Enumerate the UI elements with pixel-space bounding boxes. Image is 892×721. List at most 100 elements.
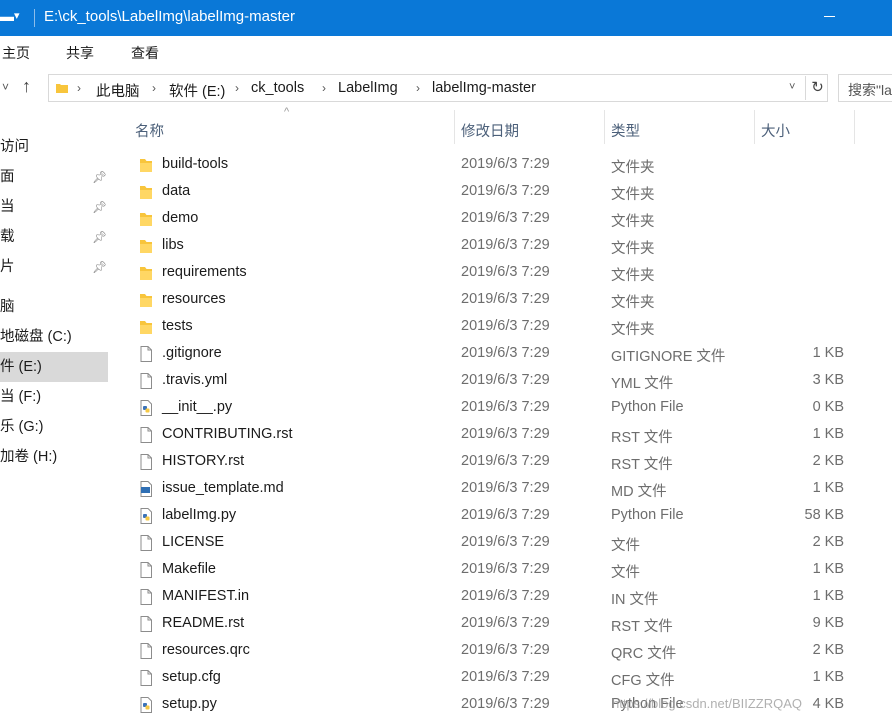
file-date-modified: 2019/6/3 7:29 [461,264,550,280]
nav-item-drive-e[interactable]: 件 (E:) [0,352,108,382]
nav-item-drive-c[interactable]: 地磁盘 (C:) [0,322,108,352]
pin-icon[interactable]: 📌︎ [92,192,107,222]
nav-item-quick-access[interactable]: 访问 [0,132,108,162]
file-row[interactable]: LICENSE 2019/6/3 7:29 文件 2 KB [112,530,892,557]
file-row[interactable]: Makefile 2019/6/3 7:29 文件 1 KB [112,557,892,584]
nav-item-desktop[interactable]: 面 📌︎ [0,162,108,192]
python-file-icon [138,399,154,417]
tab-home[interactable]: 主页 [2,43,30,63]
file-name: setup.py [162,696,217,712]
breadcrumb-separator[interactable]: › [152,81,156,95]
file-row[interactable]: .gitignore 2019/6/3 7:29 GITIGNORE 文件 1 KB [112,341,892,368]
file-name: issue_template.md [162,480,284,496]
file-date-modified: 2019/6/3 7:29 [461,642,550,658]
pin-icon[interactable]: 📌︎ [92,162,107,192]
breadcrumb-separator[interactable]: › [416,81,420,95]
address-dropdown-icon[interactable]: ˅ [789,81,795,93]
breadcrumb-drive-e[interactable]: 软件 (E:) [169,80,225,101]
breadcrumb-ck-tools[interactable]: ck_tools [251,80,304,96]
breadcrumb-labelimg[interactable]: LabelImg [338,80,398,96]
file-icon [138,534,154,552]
address-bar[interactable]: › 此电脑 › 软件 (E:) › ck_tools › LabelImg › … [48,74,828,102]
file-size: 58 KB [804,507,845,523]
file-size: 2 KB [812,642,844,658]
minimize-icon[interactable] [824,16,835,17]
nav-item-label: 访问 [0,139,29,155]
breadcrumb-labelimg-master[interactable]: labelImg-master [432,80,536,96]
breadcrumb-this-pc[interactable]: 此电脑 [96,80,140,101]
column-divider[interactable] [604,110,605,144]
file-icon [138,426,154,444]
file-date-modified: 2019/6/3 7:29 [461,183,550,199]
file-row[interactable]: demo 2019/6/3 7:29 文件夹 [112,206,892,233]
file-row[interactable]: resources 2019/6/3 7:29 文件夹 [112,287,892,314]
file-date-modified: 2019/6/3 7:29 [461,480,550,496]
file-row[interactable]: MANIFEST.in 2019/6/3 7:29 IN 文件 1 KB [112,584,892,611]
file-name: __init__.py [162,399,233,415]
tab-view[interactable]: 查看 [131,43,159,63]
file-size: 2 KB [812,534,844,550]
nav-item-drive-g[interactable]: 乐 (G:) [0,412,108,442]
nav-item-drive-h[interactable]: 加卷 (H:) [0,442,108,472]
nav-item-drive-f[interactable]: 当 (F:) [0,382,108,412]
nav-item-this-pc[interactable]: 脑 [0,292,108,322]
up-arrow-icon[interactable]: ↑ [22,76,31,97]
breadcrumb-separator[interactable]: › [235,81,239,95]
file-row[interactable]: setup.cfg 2019/6/3 7:29 CFG 文件 1 KB [112,665,892,692]
column-divider[interactable] [454,110,455,144]
breadcrumb-separator[interactable]: › [77,81,81,95]
folder-icon [56,84,68,93]
column-header-type[interactable]: 类型 [611,120,640,141]
nav-item-pictures[interactable]: 片 📌︎ [0,252,108,282]
file-row[interactable]: README.rst 2019/6/3 7:29 RST 文件 9 KB [112,611,892,638]
file-row[interactable]: data 2019/6/3 7:29 文件夹 [112,179,892,206]
file-row[interactable]: CONTRIBUTING.rst 2019/6/3 7:29 RST 文件 1 KB [112,422,892,449]
refresh-icon[interactable]: ↻ [805,76,829,100]
file-row[interactable]: requirements 2019/6/3 7:29 文件夹 [112,260,892,287]
column-divider[interactable] [754,110,755,144]
file-type: MD 文件 [611,484,667,500]
file-size: 2 KB [812,453,844,469]
file-type: RST 文件 [611,457,673,473]
nav-item-documents[interactable]: 当 📌︎ [0,192,108,222]
file-row[interactable]: libs 2019/6/3 7:29 文件夹 [112,233,892,260]
breadcrumb-separator[interactable]: › [322,81,326,95]
quick-access-dropdown-icon[interactable]: ▾ [14,9,20,22]
file-type: YML 文件 [611,376,674,392]
file-name: HISTORY.rst [162,453,245,469]
pin-icon[interactable]: 📌︎ [92,222,107,252]
column-header-date[interactable]: 修改日期 [461,120,519,141]
python-file-icon [138,507,154,525]
file-date-modified: 2019/6/3 7:29 [461,453,550,469]
column-divider[interactable] [854,110,855,144]
file-icon [138,345,154,363]
search-input[interactable]: 搜索"la [838,74,892,102]
file-row[interactable]: __init__.py 2019/6/3 7:29 Python File 0 KB [112,395,892,422]
address-row: ˅ ↑ › 此电脑 › 软件 (E:) › ck_tools › LabelIm… [0,70,892,106]
file-name: .gitignore [162,345,222,361]
file-type: 文件夹 [611,295,655,311]
quick-access-folder-icon[interactable]: ▬ [0,8,14,24]
file-row[interactable]: .travis.yml 2019/6/3 7:29 YML 文件 3 KB [112,368,892,395]
file-row[interactable]: HISTORY.rst 2019/6/3 7:29 RST 文件 2 KB [112,449,892,476]
nav-item-downloads[interactable]: 载 📌︎ [0,222,108,252]
file-type: RST 文件 [611,619,673,635]
file-row[interactable]: issue_template.md 2019/6/3 7:29 MD 文件 1 KB [112,476,892,503]
file-name: CONTRIBUTING.rst [162,426,293,442]
file-row[interactable]: build-tools 2019/6/3 7:29 文件夹 [112,152,892,179]
column-header-name[interactable]: 名称 [135,120,164,141]
file-type: 文件夹 [611,187,655,203]
tab-share[interactable]: 共享 [66,43,94,63]
column-header-size[interactable]: 大小 [761,120,790,141]
file-name: Makefile [162,561,216,577]
file-name: data [162,183,191,199]
file-date-modified: 2019/6/3 7:29 [461,399,550,415]
nav-item-label: 当 [0,199,15,215]
folder-icon [138,291,154,309]
recent-locations-icon[interactable]: ˅ [2,80,9,94]
file-icon [138,588,154,606]
pin-icon[interactable]: 📌︎ [92,252,107,282]
file-row[interactable]: labelImg.py 2019/6/3 7:29 Python File 58 KB [112,503,892,530]
file-row[interactable]: resources.qrc 2019/6/3 7:29 QRC 文件 2 KB [112,638,892,665]
file-row[interactable]: tests 2019/6/3 7:29 文件夹 [112,314,892,341]
